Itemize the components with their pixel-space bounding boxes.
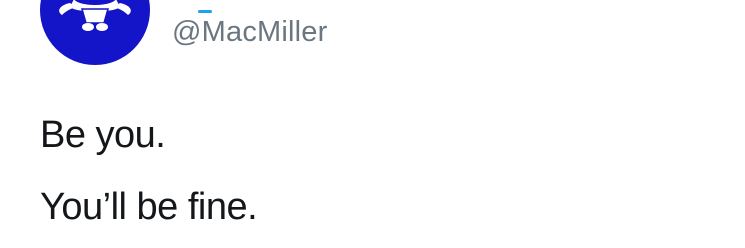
display-name-clipped bbox=[198, 9, 212, 13]
tweet-text-line: You’ll be fine. bbox=[40, 186, 258, 228]
author-info: @MacMiller bbox=[172, 9, 328, 49]
tweet-text-line: Be you. bbox=[40, 114, 166, 156]
author-avatar[interactable] bbox=[40, 0, 150, 65]
tweet-text: Be you. You’ll be fine. bbox=[40, 113, 720, 229]
author-handle[interactable]: @MacMiller bbox=[172, 16, 328, 49]
tweet-header: @MacMiller bbox=[40, 0, 328, 66]
tweet: @MacMiller Be you. You’ll be fine. bbox=[0, 0, 745, 248]
cartoon-character-avatar-icon bbox=[40, 0, 150, 65]
